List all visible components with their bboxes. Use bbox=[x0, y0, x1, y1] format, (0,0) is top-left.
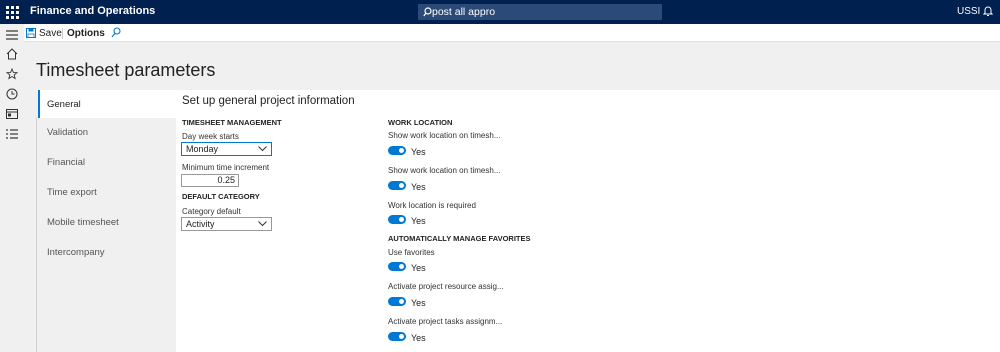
group-heading-default-category: DEFAULT CATEGORY bbox=[182, 192, 260, 201]
tab-divider bbox=[36, 118, 37, 352]
activate-resource-assignment-label: Activate project resource assig... bbox=[388, 282, 504, 291]
chevron-down-icon bbox=[258, 146, 267, 152]
options-button[interactable]: Options bbox=[67, 28, 105, 39]
search-box[interactable]: post all appro bbox=[418, 4, 662, 20]
tab-financial[interactable]: Financial bbox=[38, 148, 176, 178]
group-heading-favorites: AUTOMATICALLY MANAGE FAVORITES bbox=[388, 234, 531, 243]
home-icon[interactable] bbox=[5, 47, 19, 61]
toggle-value: Yes bbox=[411, 147, 426, 157]
search-icon[interactable] bbox=[111, 27, 121, 38]
day-week-starts-value: Monday bbox=[186, 144, 219, 154]
star-icon[interactable] bbox=[5, 67, 19, 81]
hamburger-icon[interactable] bbox=[5, 28, 19, 42]
save-label: Save bbox=[39, 27, 62, 39]
toggle-value: Yes bbox=[411, 333, 426, 343]
show-work-location-toggle-2[interactable]: Yes bbox=[388, 178, 426, 192]
tab-intercompany[interactable]: Intercompany bbox=[38, 238, 176, 268]
work-location-required-toggle[interactable]: Yes bbox=[388, 212, 426, 226]
toggle-switch[interactable] bbox=[388, 261, 406, 271]
show-work-location-toggle-1[interactable]: Yes bbox=[388, 143, 426, 157]
toggle-switch[interactable] bbox=[388, 180, 406, 190]
save-button[interactable]: Save bbox=[26, 27, 62, 39]
section-title: Set up general project information bbox=[182, 95, 355, 107]
group-heading-work-location: WORK LOCATION bbox=[388, 118, 453, 127]
min-increment-input[interactable]: 0.25 bbox=[181, 174, 239, 187]
day-week-starts-label: Day week starts bbox=[182, 132, 239, 141]
chevron-down-icon bbox=[258, 221, 267, 227]
bell-icon[interactable] bbox=[983, 5, 993, 17]
min-increment-label: Minimum time increment bbox=[182, 163, 270, 172]
tab-validation[interactable]: Validation bbox=[38, 118, 176, 148]
toggle-switch[interactable] bbox=[388, 214, 406, 224]
toggle-value: Yes bbox=[411, 216, 426, 226]
workspaces-icon[interactable] bbox=[5, 107, 19, 121]
activate-tasks-assignment-label: Activate project tasks assignm... bbox=[388, 317, 503, 326]
tab-general[interactable]: General bbox=[38, 90, 176, 118]
action-bar: Save Options bbox=[24, 24, 1000, 42]
use-favorites-toggle[interactable]: Yes bbox=[388, 259, 426, 273]
show-work-location-label-1: Show work location on timesh... bbox=[388, 131, 501, 140]
tab-mobile-timesheet[interactable]: Mobile timesheet bbox=[38, 208, 176, 238]
company-picker[interactable]: USSI bbox=[957, 6, 980, 17]
day-week-starts-dropdown[interactable]: Monday bbox=[181, 142, 272, 156]
toggle-value: Yes bbox=[411, 298, 426, 308]
app-launcher-icon[interactable] bbox=[4, 4, 20, 20]
use-favorites-label: Use favorites bbox=[388, 248, 435, 257]
toggle-switch[interactable] bbox=[388, 296, 406, 306]
work-location-required-label: Work location is required bbox=[388, 201, 476, 210]
search-icon bbox=[423, 7, 432, 17]
save-icon bbox=[26, 28, 36, 38]
modules-icon[interactable] bbox=[5, 127, 19, 141]
app-title[interactable]: Finance and Operations bbox=[30, 5, 155, 17]
activate-tasks-assignment-toggle[interactable]: Yes bbox=[388, 329, 426, 343]
toggle-value: Yes bbox=[411, 263, 426, 273]
toggle-value: Yes bbox=[411, 182, 426, 192]
activate-resource-assignment-toggle[interactable]: Yes bbox=[388, 294, 426, 308]
nav-rail bbox=[0, 24, 24, 352]
content-panel bbox=[176, 90, 1000, 352]
toggle-switch[interactable] bbox=[388, 331, 406, 341]
separator bbox=[62, 28, 63, 39]
category-default-value: Activity bbox=[186, 219, 215, 229]
search-input[interactable]: post all appro bbox=[432, 4, 495, 20]
group-heading-timesheet-management: TIMESHEET MANAGEMENT bbox=[182, 118, 282, 127]
tab-time-export[interactable]: Time export bbox=[38, 178, 176, 208]
top-bar: Finance and Operations post all appro US… bbox=[0, 0, 1000, 24]
category-default-dropdown[interactable]: Activity bbox=[181, 217, 272, 231]
show-work-location-label-2: Show work location on timesh... bbox=[388, 166, 501, 175]
page-title: Timesheet parameters bbox=[36, 60, 216, 80]
category-default-label: Category default bbox=[182, 207, 241, 216]
vertical-tabs: General Validation Financial Time export… bbox=[38, 90, 176, 268]
toggle-switch[interactable] bbox=[388, 145, 406, 155]
clock-icon[interactable] bbox=[5, 87, 19, 101]
